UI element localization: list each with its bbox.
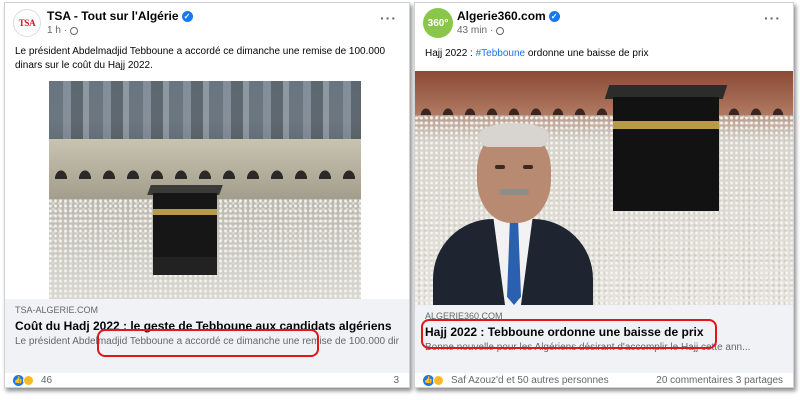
avatar-logo-text: 360° bbox=[427, 17, 449, 29]
more-horizontal-icon[interactable]: ··· bbox=[764, 11, 781, 25]
globe-icon bbox=[70, 26, 79, 35]
page-name-text[interactable]: Algerie360.com bbox=[457, 9, 546, 23]
screenshot-frame: TSA TSA - Tout sur l'Algérie ✓ 1 h · ···… bbox=[0, 0, 800, 400]
page-name[interactable]: TSA - Tout sur l'Algérie ✓ bbox=[47, 9, 193, 23]
comment-count[interactable]: 3 bbox=[393, 375, 399, 386]
reactions-bar[interactable]: 👍 46 3 bbox=[5, 373, 409, 387]
link-domain: TSA-ALGERIE.COM bbox=[15, 305, 99, 315]
post-text: Hajj 2022 : #Tebboune ordonne une baisse… bbox=[415, 43, 793, 71]
president-portrait bbox=[415, 111, 615, 305]
facebook-post-algerie360: 360° Algerie360.com ✓ 43 min · ··· Hajj … bbox=[414, 2, 794, 388]
post-meta: 1 h · bbox=[47, 25, 79, 36]
globe-icon bbox=[496, 26, 505, 35]
kaaba-image bbox=[153, 193, 217, 275]
hashtag-link[interactable]: #Tebboune bbox=[476, 48, 526, 59]
page-avatar[interactable]: TSA bbox=[13, 9, 41, 37]
more-horizontal-icon[interactable]: ··· bbox=[380, 11, 397, 25]
haha-reaction-icon bbox=[23, 374, 34, 386]
link-domain: ALGERIE360.COM bbox=[425, 311, 503, 321]
reaction-summary[interactable]: Saf Azouz'd et 50 autres personnes bbox=[451, 375, 609, 386]
facebook-post-tsa: TSA TSA - Tout sur l'Algérie ✓ 1 h · ···… bbox=[4, 2, 410, 388]
link-title[interactable]: Hajj 2022 : Tebboune ordonne une baisse … bbox=[425, 325, 783, 339]
verified-badge-icon: ✓ bbox=[181, 10, 193, 22]
link-card[interactable]: TSA-ALGERIE.COM Coût du Hadj 2022 : le g… bbox=[5, 299, 409, 347]
post-header: 360° Algerie360.com ✓ 43 min · ··· bbox=[415, 3, 793, 43]
reaction-count[interactable]: 46 bbox=[41, 375, 52, 386]
link-description: Bonne nouvelle pour les Algériens désira… bbox=[425, 342, 751, 353]
link-description: Le président Abdelmadjid Tebboune a acco… bbox=[15, 336, 399, 347]
link-title[interactable]: Coût du Hadj 2022 : le geste de Tebboune… bbox=[15, 319, 399, 333]
post-time[interactable]: 1 h bbox=[47, 25, 61, 36]
verified-badge-icon: ✓ bbox=[548, 10, 560, 22]
reactions-bar[interactable]: 👍 Saf Azouz'd et 50 autres personnes 20 … bbox=[415, 373, 793, 387]
post-time[interactable]: 43 min bbox=[457, 25, 487, 36]
link-preview-image[interactable] bbox=[415, 71, 793, 305]
page-avatar[interactable]: 360° bbox=[423, 8, 453, 38]
avatar-logo-text: TSA bbox=[18, 18, 36, 28]
page-name[interactable]: Algerie360.com ✓ bbox=[457, 9, 560, 23]
link-card[interactable]: ALGERIE360.COM Hajj 2022 : Tebboune ordo… bbox=[415, 305, 793, 353]
kaaba-image bbox=[613, 97, 719, 211]
page-name-text[interactable]: TSA - Tout sur l'Algérie bbox=[47, 9, 179, 23]
link-preview-image[interactable] bbox=[5, 81, 409, 299]
comment-share-count[interactable]: 20 commentaires 3 partages bbox=[656, 375, 783, 386]
post-text-suffix: ordonne une baisse de prix bbox=[525, 48, 649, 59]
mecca-photo bbox=[49, 81, 361, 299]
haha-reaction-icon bbox=[433, 374, 444, 386]
post-text: Le président Abdelmadjid Tebboune a acco… bbox=[5, 43, 409, 81]
post-header: TSA TSA - Tout sur l'Algérie ✓ 1 h · ··· bbox=[5, 3, 409, 43]
post-meta: 43 min · bbox=[457, 25, 505, 36]
post-text-prefix: Hajj 2022 : bbox=[425, 48, 476, 59]
